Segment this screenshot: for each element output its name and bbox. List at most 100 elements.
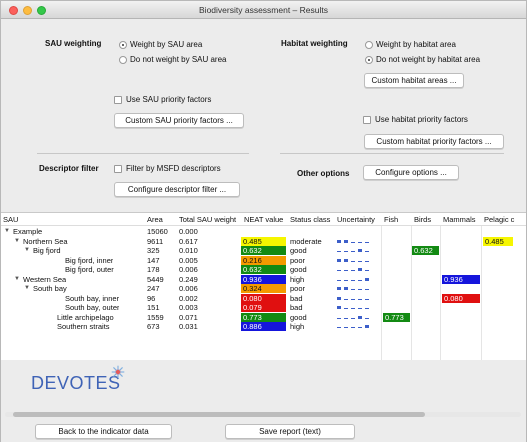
uncertainty-segment (351, 289, 355, 290)
table-header-divider (1, 225, 526, 226)
uncertainty-segment (358, 327, 362, 328)
expand-toggle-icon[interactable]: ▼ (14, 275, 20, 284)
uncertainty-segment (358, 289, 362, 290)
sau-name: South bay (33, 284, 67, 293)
area-value: 673 (147, 322, 160, 331)
uncertainty-segment (351, 251, 355, 252)
custom-habitat-areas-button[interactable]: Custom habitat areas ... (364, 73, 464, 88)
uncertainty-segment (365, 298, 369, 300)
title-bar: Biodiversity assessment – Results (1, 1, 526, 19)
use-sau-priority-label[interactable]: Use SAU priority factors (126, 95, 211, 104)
filter-msfd-label[interactable]: Filter by MSFD descriptors (126, 164, 221, 173)
col-header-pelagic[interactable]: Pelagic c (484, 215, 514, 224)
uncertainty-segment (337, 270, 341, 271)
descriptor-filter-label: Descriptor filter (39, 164, 99, 173)
window-title: Biodiversity assessment – Results (199, 5, 328, 15)
save-report-button[interactable]: Save report (text) (225, 424, 355, 439)
sau-name: Example (13, 227, 43, 236)
area-value: 15060 (147, 227, 168, 236)
table-row[interactable]: ▼ South bay 247 0.006 0.324 poor (1, 284, 526, 293)
table-row[interactable]: Little archipelago 1559 0.071 0.773 good 0.77… (1, 312, 526, 322)
col-header-sau[interactable]: SAU (3, 215, 18, 224)
uncertainty-segment (365, 260, 369, 262)
uncertainty-segment (365, 317, 369, 319)
table-row[interactable]: Big fjord, inner 147 0.005 0.216 poor (1, 255, 526, 265)
uncertainty-segment (344, 270, 348, 271)
col-header-status-class[interactable]: Status class (290, 215, 330, 224)
sau-weighting-label: SAU weighting (45, 39, 102, 48)
table-row[interactable]: Southern straits 673 0.031 0.886 high (1, 322, 526, 331)
horizontal-scrollbar[interactable] (5, 412, 521, 417)
table-row[interactable]: ▼ Example 15060 0.000 (1, 227, 526, 236)
no-habitat-weight-label[interactable]: Do not weight by habitat area (376, 55, 480, 64)
col-header-birds[interactable]: Birds (414, 215, 431, 224)
table-row[interactable]: South bay, outer 151 0.003 0.079 bad (1, 303, 526, 312)
uncertainty-segment (365, 289, 369, 290)
table-row[interactable]: ▼ Big fjord 325 0.010 0.632 good 0.632 (1, 246, 526, 255)
expand-toggle-icon[interactable]: ▼ (24, 284, 30, 293)
col-header-total-weight[interactable]: Total SAU weight (179, 215, 236, 224)
weight-by-habitat-area-radio[interactable] (365, 41, 373, 49)
custom-habitat-priority-button[interactable]: Custom habitat priority factors ... (364, 134, 504, 149)
no-habitat-weight-radio[interactable] (365, 56, 373, 64)
weight-by-sau-area-label[interactable]: Weight by SAU area (130, 40, 202, 49)
filter-msfd-checkbox[interactable] (114, 165, 122, 173)
sau-name: South bay, inner (65, 293, 120, 303)
neat-value-cell: 0.324 (241, 284, 286, 293)
table-row[interactable]: Big fjord, outer 178 0.006 0.632 good (1, 265, 526, 274)
separator-left (37, 153, 249, 154)
col-header-neat-value[interactable]: NEAT value (244, 215, 283, 224)
area-value: 96 (147, 293, 156, 303)
other-options-label: Other options (297, 169, 350, 178)
sau-name: Northern Sea (23, 236, 68, 246)
status-class-value: high (290, 322, 305, 331)
uncertainty-segment (358, 298, 362, 300)
uncertainty-segment (358, 268, 362, 271)
no-sau-weight-label[interactable]: Do not weight by SAU area (130, 55, 227, 64)
uncertainty-segment (351, 317, 355, 319)
results-window: Biodiversity assessment – Results SAU we… (0, 0, 527, 442)
use-habitat-priority-checkbox[interactable] (363, 116, 371, 124)
use-habitat-priority-label[interactable]: Use habitat priority factors (375, 115, 468, 124)
weight-by-habitat-area-label[interactable]: Weight by habitat area (376, 40, 456, 49)
uncertainty-segment (358, 308, 362, 309)
total-weight-value: 0.002 (179, 293, 198, 303)
total-weight-value: 0.617 (179, 236, 198, 246)
col-header-mammals[interactable]: Mammals (443, 215, 476, 224)
expand-toggle-icon[interactable]: ▼ (24, 246, 30, 255)
neat-value-cell: 0.632 (241, 265, 286, 274)
neat-value-cell: 0.632 (241, 246, 286, 255)
expand-toggle-icon[interactable]: ▼ (14, 237, 20, 246)
total-weight-value: 0.006 (179, 284, 198, 293)
status-class-value: good (290, 246, 307, 255)
col-header-area[interactable]: Area (147, 215, 163, 224)
uncertainty-segment (344, 279, 348, 281)
results-table[interactable]: SAU Area Total SAU weight NEAT value Sta… (1, 212, 526, 360)
uncertainty-segment (337, 239, 341, 243)
table-row[interactable]: South bay, inner 96 0.002 0.080 bad 0.080 (1, 293, 526, 303)
area-value: 1559 (147, 312, 164, 322)
no-sau-weight-radio[interactable] (119, 56, 127, 64)
area-value: 5449 (147, 274, 164, 284)
area-value: 9611 (147, 236, 164, 246)
status-class-value: poor (290, 284, 306, 293)
configure-descriptor-filter-button[interactable]: Configure descriptor filter ... (114, 182, 240, 197)
uncertainty-segment (344, 287, 348, 290)
configure-options-button[interactable]: Configure options ... (363, 165, 459, 180)
back-to-indicator-data-button[interactable]: Back to the indicator data (35, 424, 172, 439)
weight-by-sau-area-radio[interactable] (119, 41, 127, 49)
status-class-value: bad (290, 303, 303, 312)
col-header-fish[interactable]: Fish (384, 215, 398, 224)
total-weight-value: 0.031 (179, 322, 198, 331)
status-class-value: bad (290, 293, 303, 303)
use-sau-priority-checkbox[interactable] (114, 96, 122, 104)
sau-name: Western Sea (23, 274, 67, 284)
area-value: 151 (147, 303, 160, 312)
expand-toggle-icon[interactable]: ▼ (4, 227, 10, 236)
custom-sau-priority-button[interactable]: Custom SAU priority factors ... (114, 113, 244, 128)
table-row[interactable]: ▼ Northern Sea 9611 0.617 0.485 moderate 0.485 (1, 236, 526, 246)
col-header-uncertainty[interactable]: Uncertainty (337, 215, 375, 224)
horizontal-scrollbar-thumb[interactable] (13, 412, 425, 417)
uncertainty-segment (344, 239, 348, 243)
table-row[interactable]: ▼ Western Sea 5449 0.249 0.936 high 0.936 (1, 274, 526, 284)
